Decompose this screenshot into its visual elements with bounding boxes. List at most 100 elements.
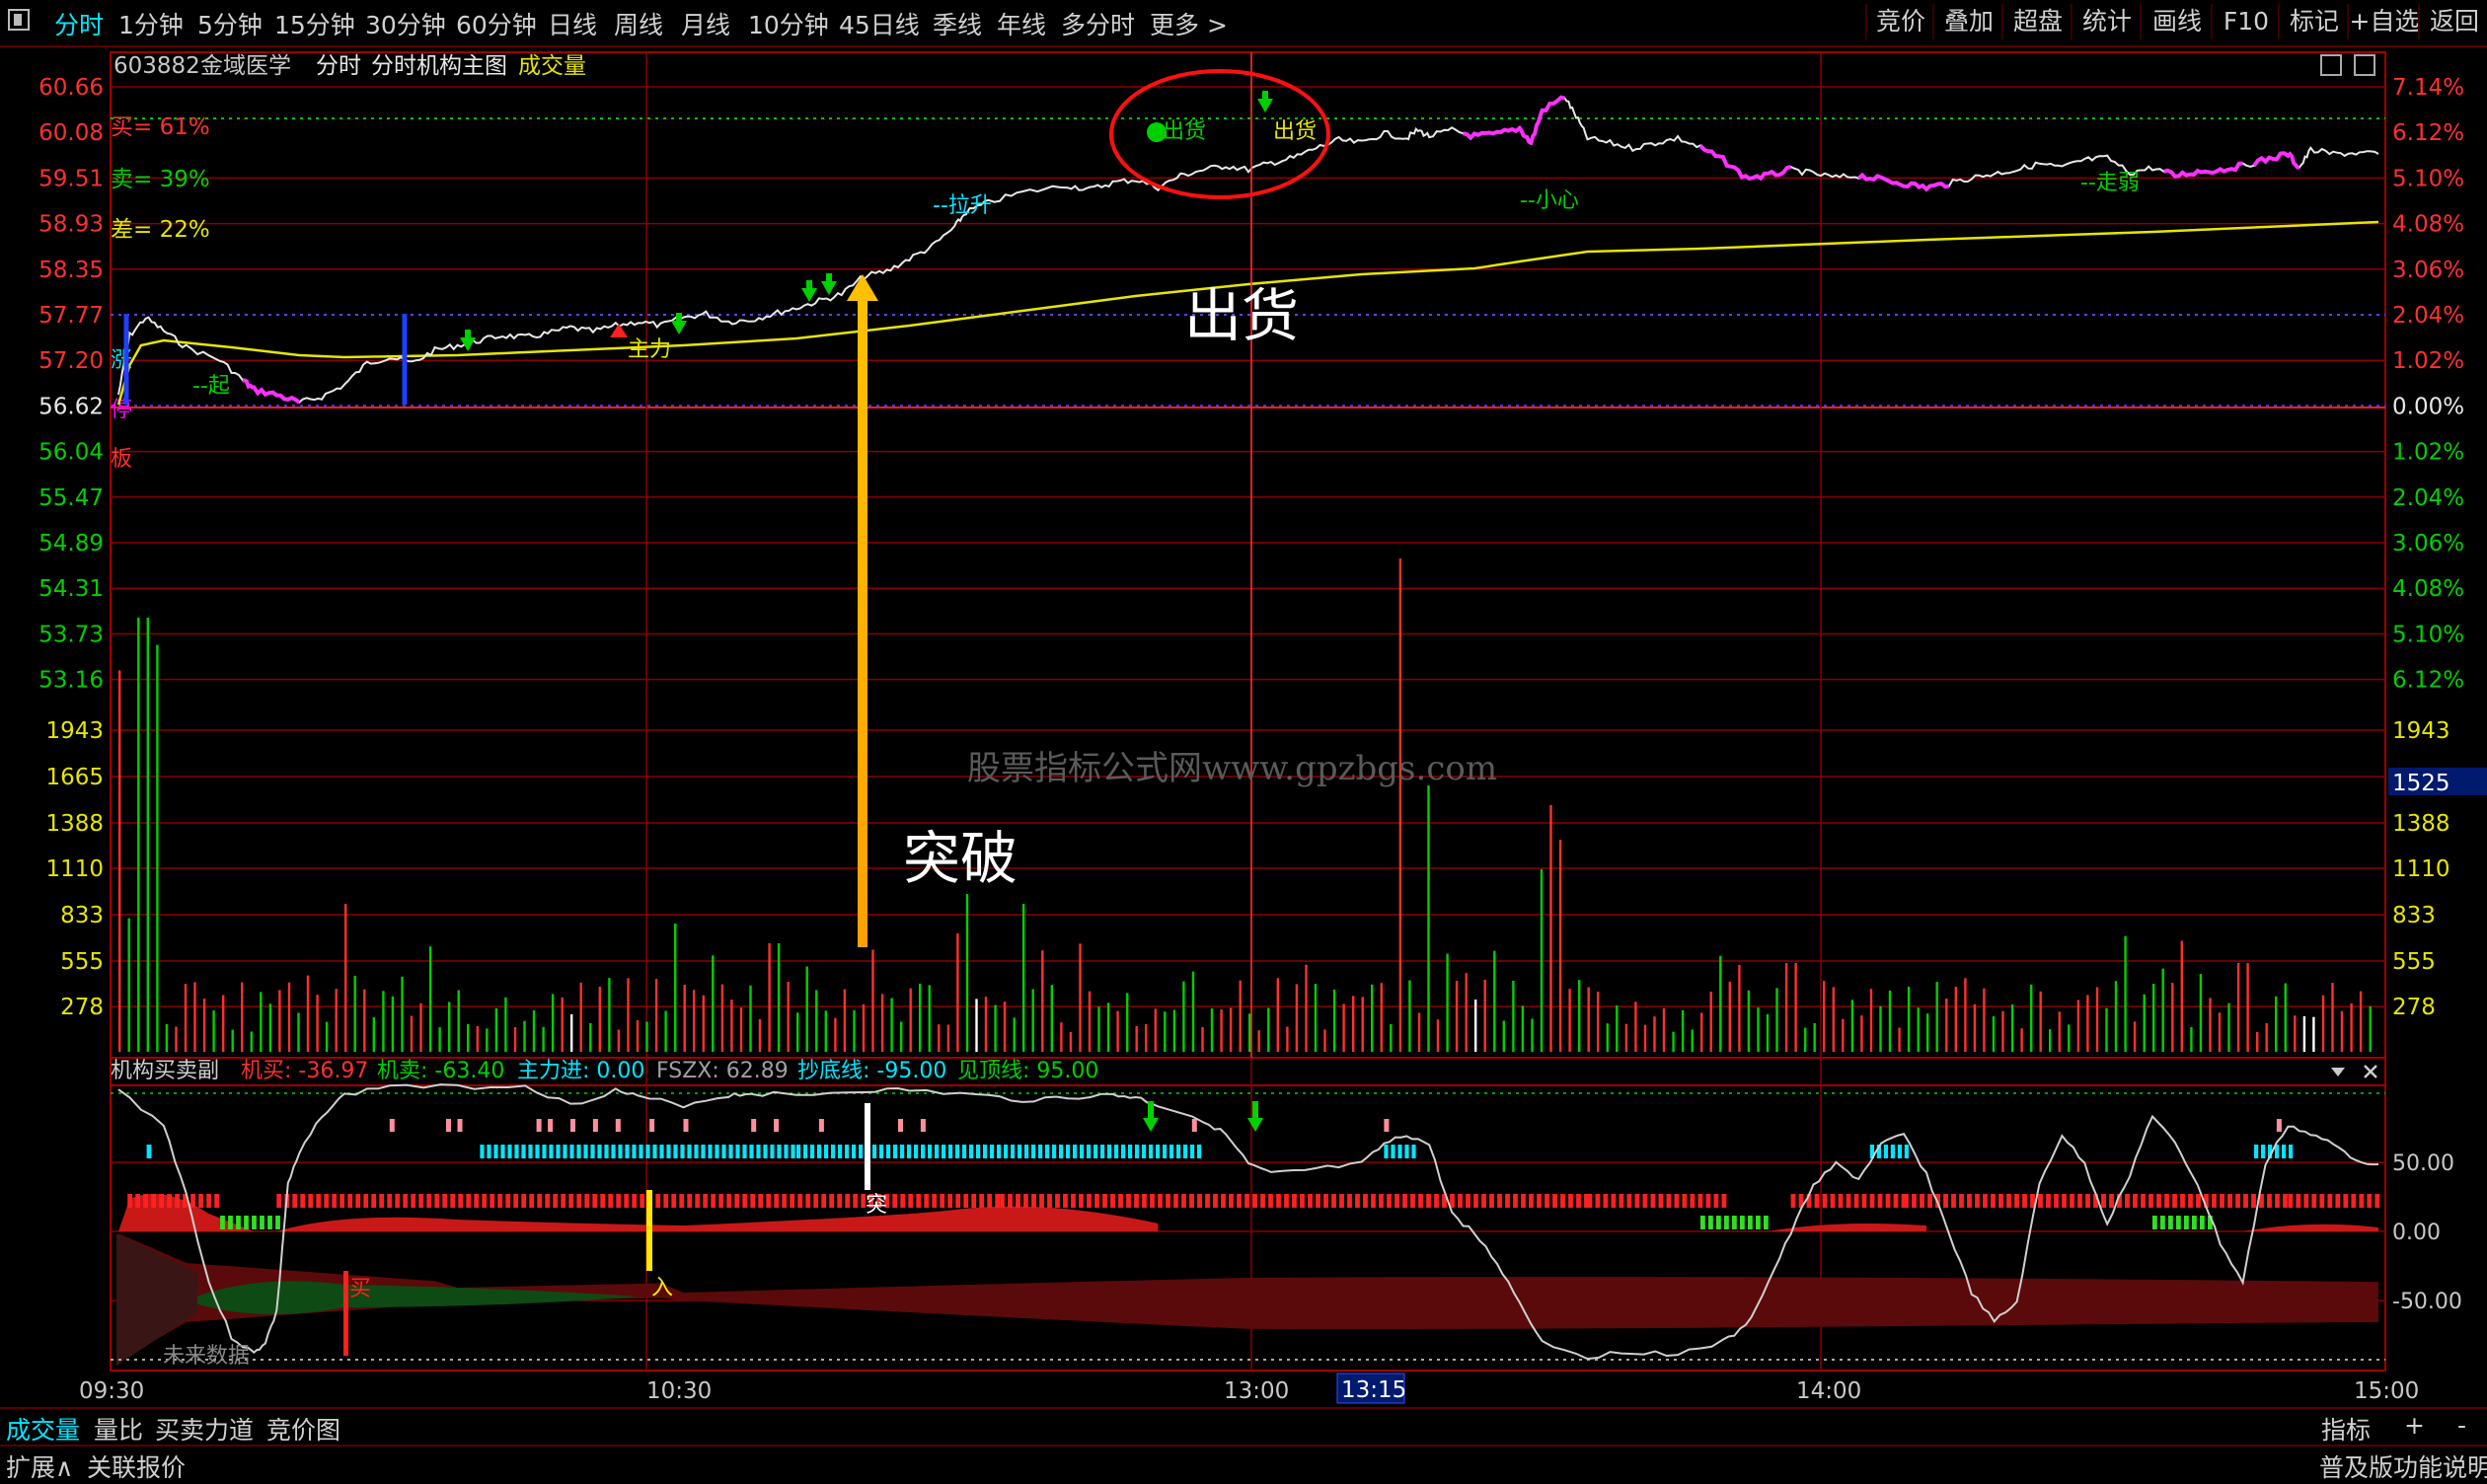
annotation-careful: --小心 bbox=[1520, 188, 1579, 213]
bottom-row2-item-0[interactable]: 扩展∧ bbox=[6, 1448, 73, 1484]
bottom-tab-2[interactable]: 买卖力道 bbox=[155, 1411, 254, 1447]
time-tick: 13:00 bbox=[1224, 1378, 1289, 1404]
period-tab-12[interactable]: 年线 bbox=[997, 6, 1046, 41]
limit-label-3: 板 bbox=[111, 447, 132, 472]
period-tab-1[interactable]: 1分钟 bbox=[118, 6, 184, 41]
breakout-arrow-icon bbox=[847, 274, 878, 947]
volume-tick-right: 1388 bbox=[2392, 811, 2450, 837]
toolbar-button-7[interactable]: +自选 bbox=[2347, 4, 2420, 39]
period-tab-8[interactable]: 月线 bbox=[681, 6, 730, 41]
time-axis: 09:30 10:30 13:00 14:00 15:00 bbox=[79, 1378, 2419, 1404]
period-tab-3[interactable]: 15分钟 bbox=[274, 6, 355, 41]
period-tab-13[interactable]: 多分时 bbox=[1061, 6, 1135, 41]
watermark: 股票指标公式网www.gpzbgs.com bbox=[967, 749, 1497, 788]
sub-axis-tick: -50.00 bbox=[2392, 1290, 2462, 1314]
bottom-tab-1[interactable]: 量比 bbox=[94, 1411, 143, 1447]
maximize-icon[interactable] bbox=[2354, 54, 2375, 76]
pct-tick-right: 5.10% bbox=[2392, 166, 2464, 191]
bottom-right-tab-0[interactable]: 指标 bbox=[2321, 1411, 2371, 1447]
volume-tick-left: 278 bbox=[60, 995, 104, 1020]
annotation-sellout-1: 出货 bbox=[1163, 119, 1206, 144]
toolbar-button-2[interactable]: 超盘 bbox=[2001, 4, 2072, 39]
sub-label-mai: 买 bbox=[349, 1277, 371, 1301]
volume-tick-left: 1943 bbox=[45, 718, 104, 744]
volume-tick-right: 278 bbox=[2392, 995, 2436, 1020]
time-tick: 14:00 bbox=[1796, 1378, 1861, 1404]
feature-help-link[interactable]: 普及版功能说明 bbox=[2319, 1448, 2487, 1484]
period-tab-9[interactable]: 10分钟 bbox=[748, 6, 829, 41]
sub-label-tu: 突 bbox=[866, 1193, 887, 1218]
price-axis-right: 7.14% 6.12% 5.10% 4.08% 3.06% 2.04% 1.02% 0.00%… bbox=[2392, 75, 2464, 694]
price-tick-left: 56.04 bbox=[38, 440, 104, 466]
stock-name: 金域医学 bbox=[200, 53, 291, 79]
bottom-tab-0[interactable]: 成交量 bbox=[6, 1411, 80, 1447]
pct-tick-right: 1.02% bbox=[2392, 348, 2464, 374]
period-tab-10[interactable]: 45日线 bbox=[839, 6, 920, 41]
volume-tick-left: 1388 bbox=[45, 811, 104, 837]
period-tab-7[interactable]: 周线 bbox=[614, 6, 663, 41]
sub-zhuli: 主力进: 0.00 bbox=[517, 1059, 644, 1083]
price-tick-left: 54.31 bbox=[38, 576, 104, 602]
dropdown-icon[interactable] bbox=[2331, 1068, 2345, 1076]
sub-dash-bands bbox=[127, 1119, 2380, 1229]
annotation-main-force: 主力 bbox=[628, 337, 671, 362]
toolbar-button-4[interactable]: 画线 bbox=[2140, 4, 2213, 39]
breakout-marker bbox=[865, 1103, 870, 1190]
toolbar-button-5[interactable]: F10 bbox=[2211, 4, 2280, 39]
volume-tick-left: 833 bbox=[60, 903, 104, 928]
sub-jianding: 见顶线: 95.00 bbox=[957, 1059, 1098, 1083]
sub-down-arrow-icon bbox=[1143, 1118, 1159, 1132]
bottom-tab-3[interactable]: 竞价图 bbox=[266, 1411, 340, 1447]
pct-tick-right: 0.00% bbox=[2392, 394, 2464, 419]
price-tick-left: 60.08 bbox=[38, 120, 104, 146]
pct-tick-right: 2.04% bbox=[2392, 303, 2464, 329]
buy-marker bbox=[343, 1271, 348, 1356]
entry-marker bbox=[646, 1190, 652, 1271]
sub-jimai2: 机卖: -63.40 bbox=[377, 1059, 504, 1083]
price-tick-left: 53.73 bbox=[38, 622, 104, 647]
volume-label: 成交量 bbox=[518, 53, 586, 79]
sub-label-ru: 入 bbox=[651, 1276, 673, 1300]
period-tab-4[interactable]: 30分钟 bbox=[365, 6, 446, 41]
toolbar-button-0[interactable]: 竞价 bbox=[1865, 4, 1934, 39]
volume-tick-left: 555 bbox=[60, 949, 104, 975]
toolbar-button-8[interactable]: 返回 bbox=[2418, 4, 2487, 39]
volume-axis-right: 1943 1388 1110 833 555 278 bbox=[2392, 718, 2450, 1020]
bottom-row2-item-1[interactable]: 关联报价 bbox=[87, 1448, 186, 1484]
stock-code: 603882 bbox=[113, 53, 200, 79]
sub-axis-tick: 50.00 bbox=[2392, 1151, 2454, 1176]
float-icon[interactable] bbox=[2320, 54, 2342, 76]
price-tick-left: 59.51 bbox=[38, 166, 104, 191]
period-tab-6[interactable]: 日线 bbox=[548, 6, 597, 41]
indicator-name: 分时机构主图 bbox=[371, 53, 507, 79]
price-axis-left: 60.66 60.08 59.51 58.93 58.35 57.77 57.20 56.62… bbox=[38, 75, 104, 694]
toolbar-button-3[interactable]: 统计 bbox=[2071, 4, 2142, 39]
period-tab-14[interactable]: 更多 > bbox=[1150, 6, 1228, 41]
intraday-chart[interactable]: 603882 金域医学 分时 分时机构主图 成交量 60.66 60.08 59.5… bbox=[0, 47, 2487, 1405]
toolbar-button-1[interactable]: 叠加 bbox=[1932, 4, 2003, 39]
period-tab-11[interactable]: 季线 bbox=[933, 6, 982, 41]
volume-tick-right: 1943 bbox=[2392, 718, 2450, 744]
sub-indicator-name: 机构买卖副 bbox=[111, 1059, 219, 1083]
price-tick-left: 57.77 bbox=[38, 303, 104, 329]
close-icon[interactable] bbox=[2364, 1065, 2377, 1078]
pct-tick-right: 6.12% bbox=[2392, 668, 2464, 694]
window-icon[interactable] bbox=[8, 9, 30, 31]
buy-ratio: 买= 61% bbox=[111, 114, 210, 140]
annotation-breakout: 突破 bbox=[903, 825, 1017, 892]
bottom-right-tab-2[interactable]: - bbox=[2457, 1411, 2466, 1440]
sub-chaodi: 抄底线: -95.00 bbox=[797, 1059, 946, 1083]
period-toolbar: 分时 1分钟 5分钟 15分钟 30分钟 60分钟 日线 周线 月线 10分钟 45日线 季线 年线 多分… bbox=[0, 0, 2487, 47]
price-tick-left: 54.89 bbox=[38, 531, 104, 556]
bottom-right-tab-1[interactable]: + bbox=[2404, 1411, 2425, 1440]
price-tick-left: 57.20 bbox=[38, 348, 104, 374]
volume-bars bbox=[118, 558, 2372, 1052]
limit-label-2: 停 bbox=[111, 398, 132, 422]
period-tab-0[interactable]: 分时 bbox=[54, 6, 104, 41]
toolbar-button-6[interactable]: 标记 bbox=[2278, 4, 2349, 39]
period-tab-5[interactable]: 60分钟 bbox=[456, 6, 537, 41]
period-tab-2[interactable]: 5分钟 bbox=[197, 6, 263, 41]
pct-tick-right: 4.08% bbox=[2392, 212, 2464, 238]
price-tick-left: 60.66 bbox=[38, 75, 104, 101]
sub-jimai: 机买: -36.97 bbox=[241, 1059, 368, 1083]
